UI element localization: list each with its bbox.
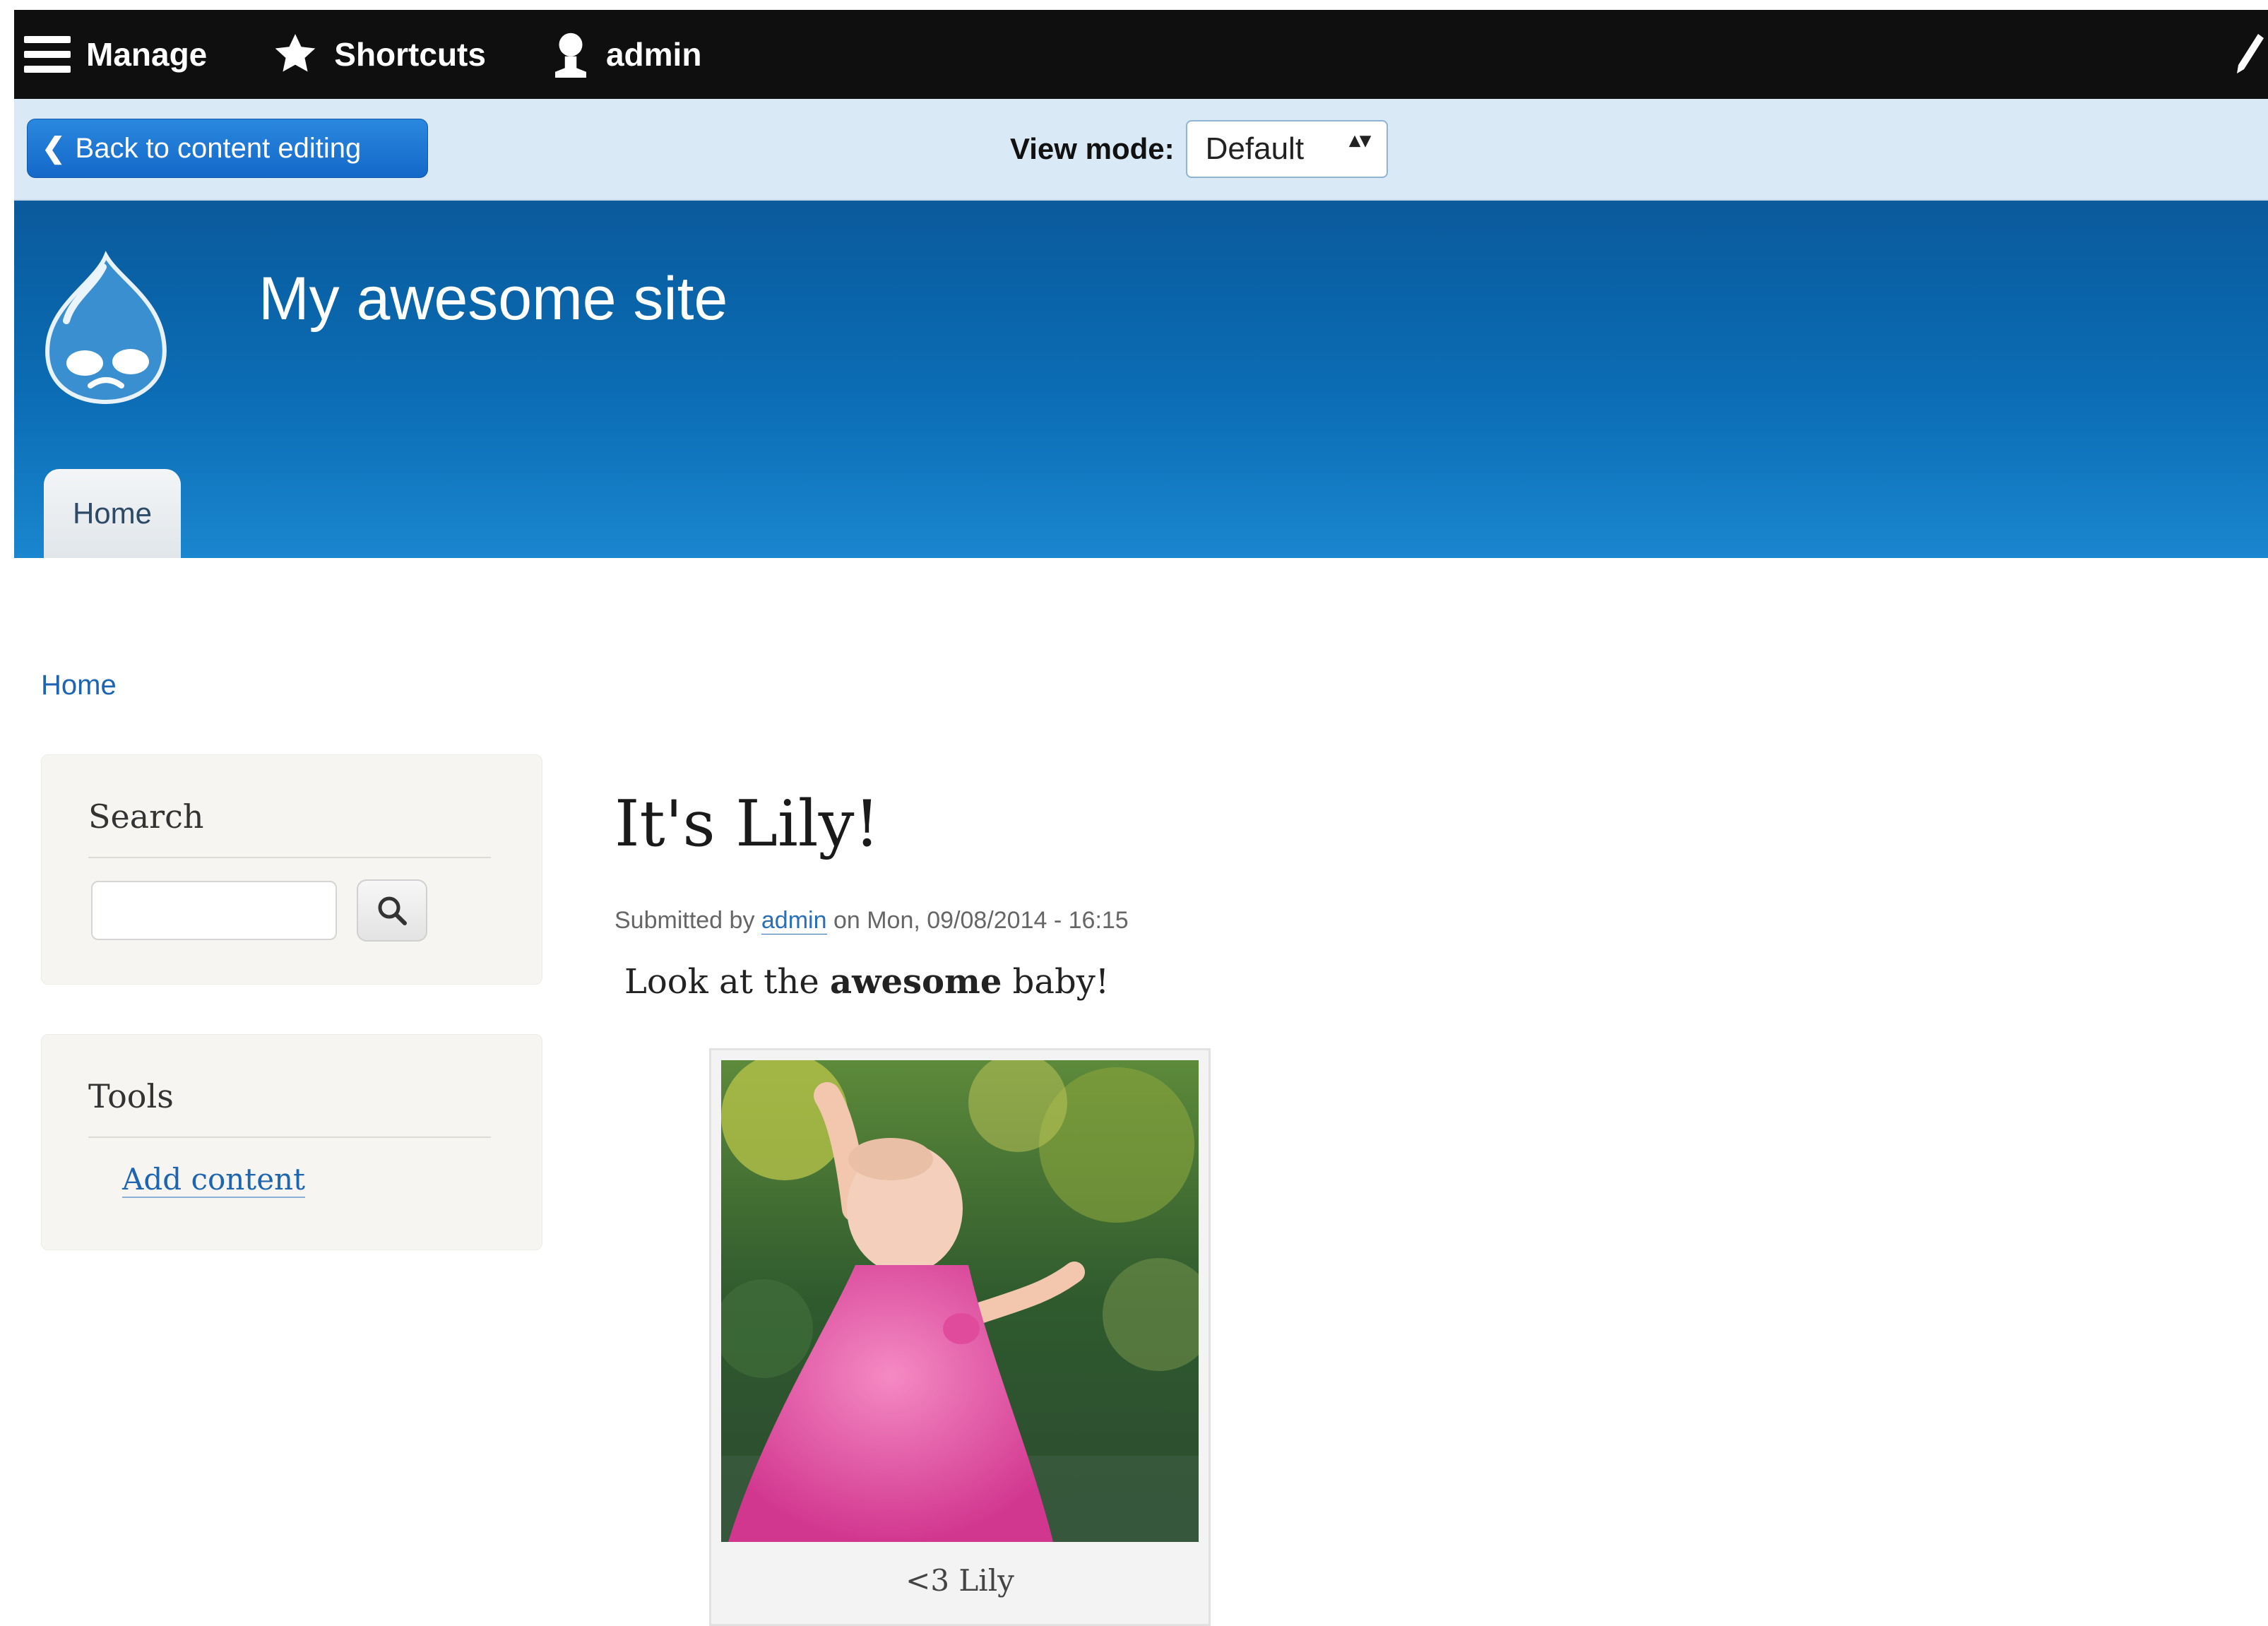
toolbar-manage-label: Manage xyxy=(86,36,208,73)
view-mode-label: View mode: xyxy=(1010,132,1175,165)
view-mode-select[interactable]: Default ▴▾ xyxy=(1185,120,1388,178)
user-icon xyxy=(554,32,586,78)
image-figure: <3 Lily xyxy=(709,1048,1211,1626)
browser-page: Manage Shortcuts admin ❮ Back to content… xyxy=(14,10,2268,1626)
tab-home[interactable]: Home xyxy=(44,469,181,558)
node-body: Look at the awesome baby! xyxy=(624,962,1109,1002)
toolbar-user[interactable]: admin xyxy=(551,31,701,78)
image-caption: <3 Lily xyxy=(906,1563,1014,1598)
add-content-link[interactable]: Add content xyxy=(122,1162,305,1198)
search-block-title: Search xyxy=(88,797,491,858)
toolbar-shortcuts[interactable]: Shortcuts xyxy=(272,31,486,78)
submitted-prefix: Submitted by xyxy=(615,907,761,934)
baby-photo[interactable] xyxy=(721,1060,1199,1542)
chevron-left-icon: ❮ xyxy=(42,133,66,164)
select-arrows-icon: ▴▾ xyxy=(1349,129,1371,152)
admin-toolbar: Manage Shortcuts admin xyxy=(14,10,2268,99)
node-title: It's Lily! xyxy=(615,787,880,861)
body-prefix: Look at the xyxy=(624,962,831,1002)
search-block: Search xyxy=(41,754,542,985)
toolbar-shortcuts-label: Shortcuts xyxy=(334,36,486,73)
back-to-content-editing-button[interactable]: ❮ Back to content editing xyxy=(27,119,428,178)
pencil-icon[interactable] xyxy=(2236,34,2264,73)
submitted-info: Submitted by admin on Mon, 09/08/2014 - … xyxy=(615,907,1129,934)
view-mode-bar: ❮ Back to content editing View mode: Def… xyxy=(14,99,2268,201)
back-button-label: Back to content editing xyxy=(75,132,362,164)
search-button[interactable] xyxy=(357,879,427,942)
search-icon xyxy=(378,896,407,925)
submitted-date: on Mon, 09/08/2014 - 16:15 xyxy=(826,907,1129,934)
body-suffix: baby! xyxy=(1002,962,1110,1002)
tools-block: Tools Add content xyxy=(41,1034,542,1250)
view-mode-control: View mode: Default ▴▾ xyxy=(1010,120,1388,178)
star-icon xyxy=(275,34,316,72)
site-name[interactable]: My awesome site xyxy=(259,264,728,334)
site-header: My awesome site Home xyxy=(14,201,2268,558)
menu-icon xyxy=(24,36,71,73)
toolbar-user-label: admin xyxy=(605,36,702,73)
breadcrumb-home[interactable]: Home xyxy=(41,670,117,701)
drupal-logo-icon[interactable] xyxy=(35,250,177,405)
view-mode-value: Default xyxy=(1205,131,1305,166)
body-bold: awesome xyxy=(830,962,1002,1002)
tools-block-title: Tools xyxy=(88,1077,491,1138)
toolbar-manage[interactable]: Manage xyxy=(24,33,207,76)
author-link[interactable]: admin xyxy=(761,907,827,934)
search-input[interactable] xyxy=(91,881,337,940)
